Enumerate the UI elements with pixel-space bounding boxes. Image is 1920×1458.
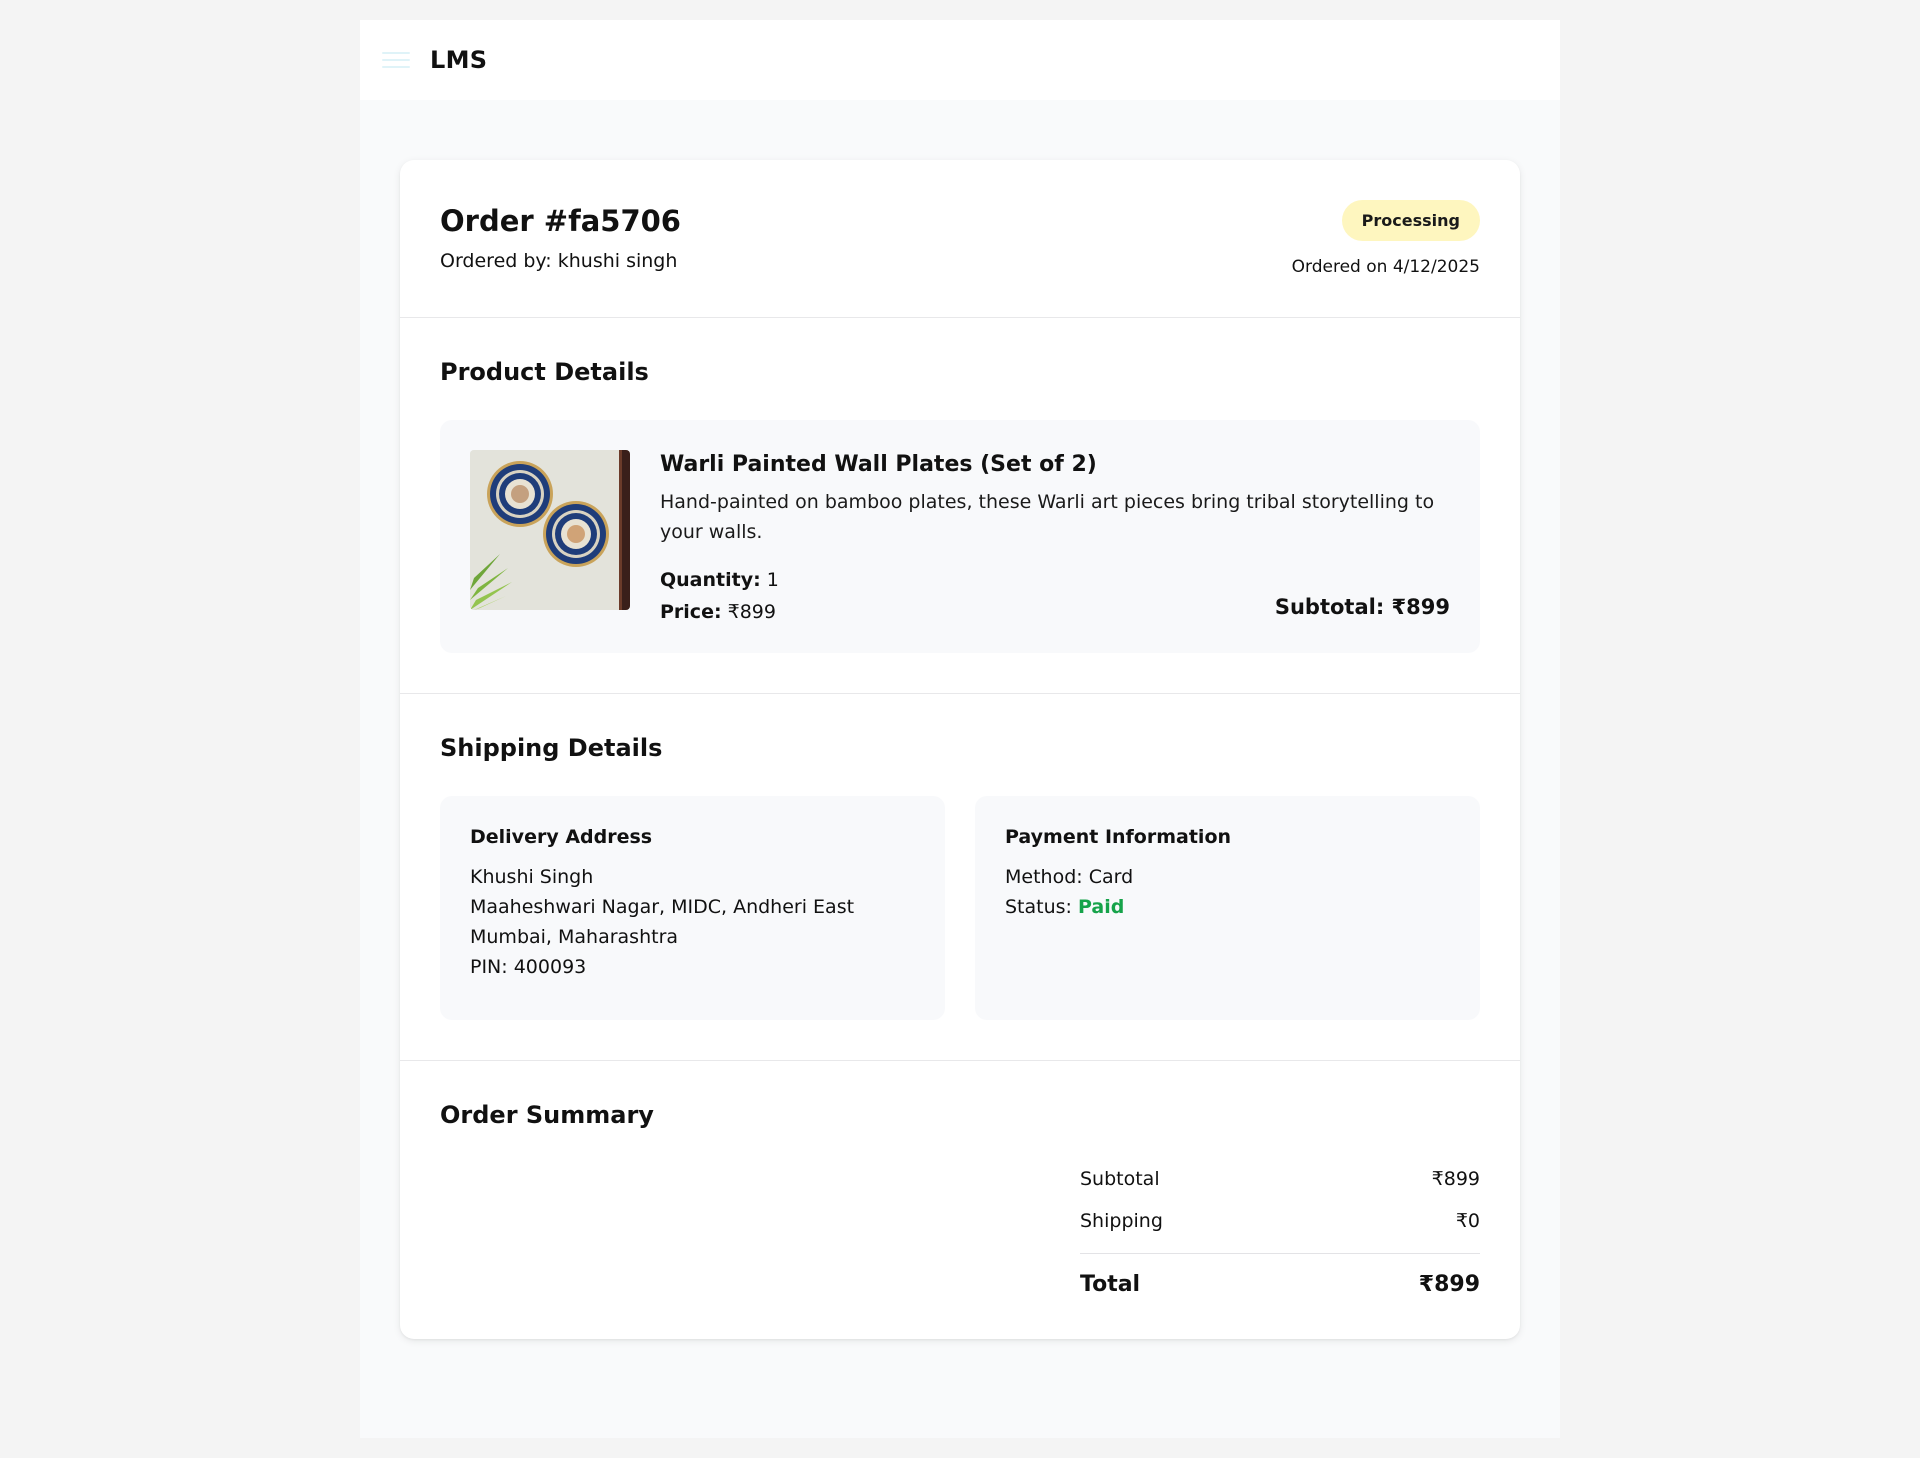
summary-value: ₹899 xyxy=(1431,1168,1480,1190)
quantity-line: Quantity: 1 xyxy=(660,569,779,591)
section-title-summary: Order Summary xyxy=(440,1101,654,1129)
summary-table: Subtotal ₹899 Shipping ₹0 Total ₹899 xyxy=(1080,1163,1480,1299)
app-shell: LMS Order #fa5706 Ordered by: khushi sin… xyxy=(360,20,1560,1438)
delivery-line2: Mumbai, Maharashtra xyxy=(470,926,679,948)
order-date: Ordered on 4/12/2025 xyxy=(1291,257,1480,277)
product-item: Warli Painted Wall Plates (Set of 2) Han… xyxy=(440,420,1480,653)
order-card: Order #fa5706 Ordered by: khushi singh P… xyxy=(400,160,1520,1339)
item-subtotal: Subtotal: ₹899 xyxy=(1274,595,1450,619)
warli-wall-plates-image xyxy=(470,450,630,610)
order-title: Order #fa5706 xyxy=(440,204,681,238)
summary-value: ₹0 xyxy=(1455,1210,1480,1232)
price-line: Price: ₹899 xyxy=(660,601,779,623)
menu-icon[interactable] xyxy=(382,49,410,71)
shipping-details-section: Shipping Details Delivery Address Khushi… xyxy=(400,693,1520,1060)
payment-status-label: Status: xyxy=(1005,896,1072,918)
payment-status-value: Paid xyxy=(1078,896,1125,918)
section-title-shipping: Shipping Details xyxy=(440,734,663,762)
payment-status-line: Status: Paid xyxy=(1005,892,1450,922)
total-label: Total xyxy=(1080,1272,1141,1297)
summary-row-shipping: Shipping ₹0 xyxy=(1080,1205,1480,1237)
price-label: Price: xyxy=(660,601,722,623)
summary-label: Subtotal xyxy=(1080,1168,1160,1190)
delivery-line1: Maaheshwari Nagar, MIDC, Andheri East xyxy=(470,896,855,918)
section-title-product: Product Details xyxy=(440,358,649,386)
delivery-pin: PIN: 400093 xyxy=(470,956,587,978)
top-bar: LMS xyxy=(360,20,1560,100)
payment-info-box: Payment Information Method: Card Status:… xyxy=(975,796,1480,1020)
product-name[interactable]: Warli Painted Wall Plates (Set of 2) xyxy=(660,452,1450,477)
quantity-value: 1 xyxy=(766,569,779,591)
order-summary-section: Order Summary Subtotal ₹899 Shipping ₹0 … xyxy=(400,1060,1520,1339)
product-description: Hand-painted on bamboo plates, these War… xyxy=(660,491,1435,543)
summary-label: Shipping xyxy=(1080,1210,1163,1232)
status-badge: Processing xyxy=(1341,200,1480,241)
summary-total-row: Total ₹899 xyxy=(1080,1272,1480,1299)
payment-method: Method: Card xyxy=(1005,866,1134,888)
total-value: ₹899 xyxy=(1418,1272,1480,1297)
summary-divider xyxy=(1080,1253,1480,1254)
price-value: ₹899 xyxy=(727,601,776,623)
quantity-label: Quantity: xyxy=(660,569,761,591)
ordered-by: Ordered by: khushi singh xyxy=(440,250,678,272)
payment-info-title: Payment Information xyxy=(1005,826,1232,848)
order-header: Order #fa5706 Ordered by: khushi singh P… xyxy=(400,160,1520,317)
summary-row-subtotal: Subtotal ₹899 xyxy=(1080,1163,1480,1195)
product-details-section: Product Details Warli Painted Wall Plate… xyxy=(400,317,1520,693)
brand-logo[interactable]: LMS xyxy=(430,46,487,74)
delivery-address-box: Delivery Address Khushi Singh Maaheshwar… xyxy=(440,796,945,1020)
delivery-name: Khushi Singh xyxy=(470,866,594,888)
delivery-address-title: Delivery Address xyxy=(470,826,653,848)
